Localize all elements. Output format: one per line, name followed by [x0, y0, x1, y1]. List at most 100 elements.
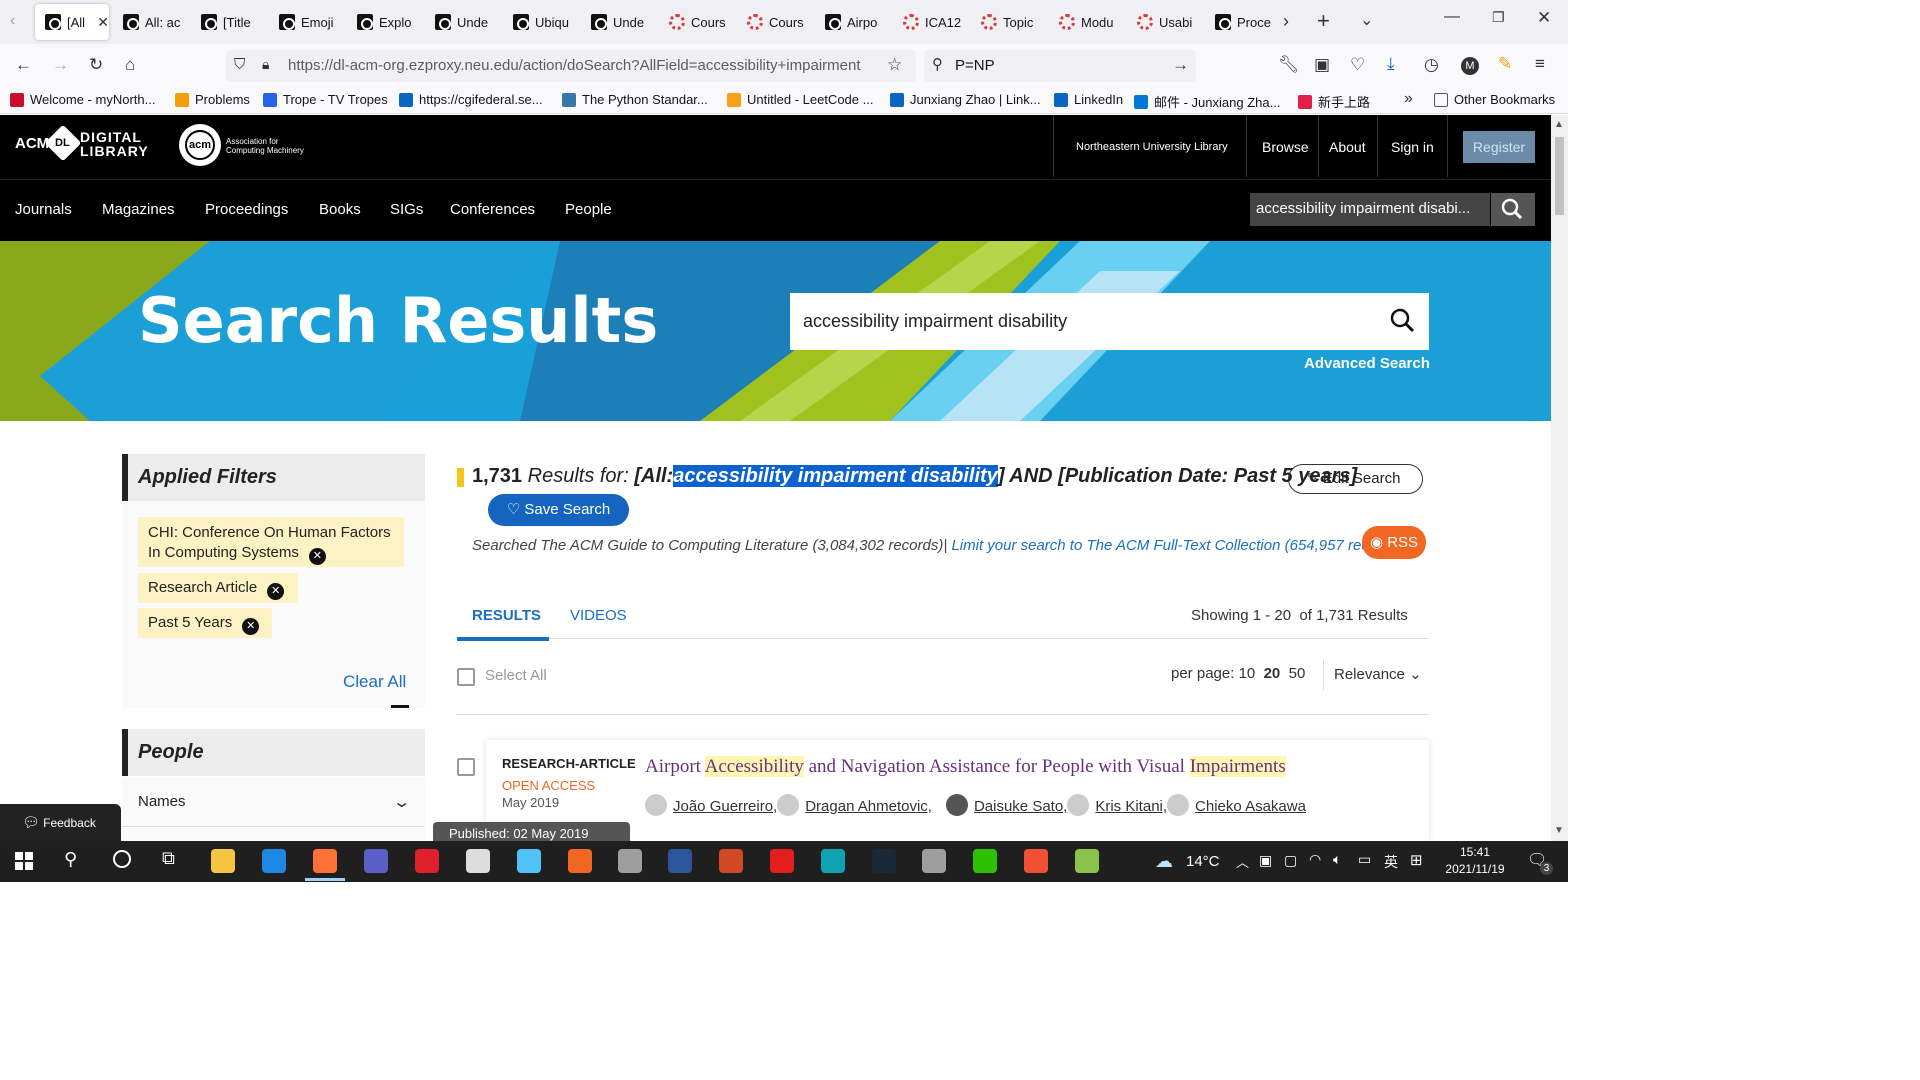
tray-app-icon[interactable]: ▢ — [1284, 852, 1297, 869]
scroll-thumb[interactable] — [1555, 137, 1564, 215]
paint-icon[interactable] — [1075, 849, 1099, 873]
weather-temp[interactable]: 14°C — [1186, 853, 1220, 870]
history-icon[interactable]: ◷ — [1424, 55, 1439, 75]
tray-overflow-icon[interactable]: ︿ — [1236, 852, 1249, 871]
nav-people[interactable]: People — [565, 201, 612, 218]
browser-tab[interactable]: Explo — [347, 4, 421, 40]
browser-tab[interactable]: Usabi — [1127, 4, 1201, 40]
browser-tab[interactable]: [All ✕ — [35, 4, 109, 40]
feedback-button[interactable]: 💬︎ Feedback — [0, 804, 121, 841]
bookmark-item[interactable]: Welcome - myNorth... — [10, 92, 155, 107]
nav-conferences[interactable]: Conferences — [450, 201, 535, 218]
remove-filter-icon[interactable]: ✕ — [242, 618, 260, 635]
nav-magazines[interactable]: Magazines — [102, 201, 175, 218]
chevron-down-icon[interactable]: ⌄ — [392, 792, 411, 812]
next-accordion[interactable] — [122, 828, 425, 841]
remove-filter-icon[interactable]: ✕ — [308, 548, 326, 565]
browser-tab[interactable]: Modu — [1049, 4, 1123, 40]
wechat-icon[interactable] — [973, 849, 997, 873]
profile-avatar[interactable]: M — [1461, 57, 1479, 75]
list-tabs-icon[interactable]: ⌄ — [1360, 10, 1373, 30]
tracking-shield-icon[interactable]: ⛉ — [234, 56, 245, 73]
search-icon[interactable]: ⚲ — [64, 849, 77, 870]
teams-icon[interactable] — [364, 849, 388, 873]
clear-all-link[interactable]: Clear All — [343, 672, 406, 692]
powerpoint-icon[interactable] — [719, 849, 743, 873]
nav-journals[interactable]: Journals — [15, 201, 72, 218]
bookmark-star-icon[interactable]: ☆ — [887, 55, 902, 75]
browser-tab[interactable]: Airpo — [815, 4, 889, 40]
app-menu-icon[interactable]: ≡ — [1535, 54, 1545, 74]
sort-select[interactable]: Relevance ⌄ — [1334, 665, 1422, 683]
main-search-value[interactable]: accessibility impairment disability — [803, 311, 1067, 332]
bookmark-item[interactable]: 新手上路 — [1298, 92, 1370, 111]
browser-tab[interactable]: ICA12 — [893, 4, 967, 40]
search-icon[interactable] — [1388, 306, 1418, 336]
home-icon[interactable]: ⌂ — [125, 55, 135, 75]
browser-search-value[interactable]: P=NP — [955, 57, 995, 74]
author-link[interactable]: Daisuke Sato, — [974, 798, 1067, 815]
per-page-20[interactable]: 20 — [1264, 665, 1281, 682]
scroll-up-icon[interactable]: ▲ — [1554, 119, 1564, 130]
browser-tab[interactable]: Topic — [971, 4, 1045, 40]
bookmark-item[interactable]: 邮件 - Junxiang Zha... — [1134, 92, 1280, 111]
browser-tab[interactable]: [Title — [191, 4, 265, 40]
volume-icon[interactable]: 🔈︎ — [1333, 851, 1341, 868]
clock[interactable]: 15:41 2021/11/19 — [1441, 844, 1509, 878]
other-bookmarks[interactable]: Other Bookmarks — [1434, 92, 1555, 107]
bookmark-item[interactable]: Problems — [175, 92, 250, 107]
nav-books[interactable]: Books — [319, 201, 361, 218]
search-go-icon[interactable]: → — [1172, 55, 1189, 75]
compass-icon[interactable] — [568, 849, 592, 873]
bookmarks-overflow-icon[interactable]: » — [1404, 90, 1413, 108]
reader-icon[interactable]: ▣ — [1314, 55, 1330, 75]
pocket-icon[interactable]: ♡ — [1350, 55, 1365, 75]
tab-videos[interactable]: VIDEOS — [570, 607, 627, 624]
url-text[interactable]: https://dl-acm-org.ezproxy.neu.edu/actio… — [288, 57, 878, 74]
advanced-search-link[interactable]: Advanced Search — [1304, 355, 1430, 372]
wrench-icon[interactable]: 🔧︎ — [1278, 55, 1300, 75]
select-all-label[interactable]: Select All — [485, 667, 547, 684]
ime-language[interactable]: 英 — [1384, 852, 1398, 872]
per-page-50[interactable]: 50 — [1289, 665, 1306, 682]
opera-icon[interactable] — [415, 849, 439, 873]
minimize-icon[interactable]: — — [1444, 8, 1460, 26]
git-icon[interactable] — [1024, 849, 1048, 873]
tab-scroll-right-icon[interactable]: › — [1283, 11, 1289, 32]
downloads-icon[interactable]: ⤓ — [1387, 54, 1395, 74]
bookmark-item[interactable]: The Python Standar... — [562, 92, 708, 107]
word-icon[interactable] — [668, 849, 692, 873]
lock-icon[interactable]: 🔒︎ — [262, 56, 269, 73]
browser-tab[interactable]: Unde — [581, 4, 655, 40]
browse-link[interactable]: Browse — [1262, 139, 1309, 155]
nav-sigs[interactable]: SIGs — [390, 201, 423, 218]
restore-icon[interactable]: ❐ — [1492, 9, 1505, 26]
bookmark-item[interactable]: https://cgifederal.se... — [399, 92, 543, 107]
tab-scroll-left-icon[interactable]: ‹ — [10, 12, 15, 30]
limit-search-link[interactable]: Limit your search to The ACM Full-Text C… — [951, 537, 1403, 554]
app-m-icon[interactable] — [517, 849, 541, 873]
edge-icon[interactable] — [821, 849, 845, 873]
file-explorer-icon[interactable] — [211, 849, 235, 873]
author-link[interactable]: Kris Kitani, — [1095, 798, 1167, 815]
acrobat-icon[interactable] — [770, 849, 794, 873]
scroll-down-icon[interactable]: ▼ — [1554, 825, 1564, 836]
bookmark-item[interactable]: Untitled - LeetCode ... — [727, 92, 873, 107]
author-link[interactable]: Dragan Ahmetovic, — [805, 798, 932, 815]
filter-chip-chi[interactable]: CHI: Conference On Human Factors In Comp… — [138, 517, 404, 567]
browser-tab[interactable]: Ubiqu — [503, 4, 577, 40]
rss-button[interactable]: ◉ RSS — [1362, 526, 1426, 559]
ime-mode-icon[interactable]: ⊞ — [1410, 851, 1423, 869]
close-tab-icon[interactable]: ✕ — [97, 14, 109, 31]
remove-filter-icon[interactable]: ✕ — [267, 583, 285, 600]
acm-dl-logo-acm[interactable]: ACM — [15, 135, 49, 152]
browser-tab[interactable]: All: ac — [113, 4, 187, 40]
wifi-icon[interactable]: ◠ — [1309, 851, 1321, 868]
per-page-10[interactable]: 10 — [1239, 665, 1256, 682]
result-checkbox[interactable] — [457, 758, 475, 776]
7zip-icon[interactable] — [466, 849, 490, 873]
sign-in-link[interactable]: Sign in — [1391, 139, 1434, 155]
back-icon[interactable]: ← — [15, 55, 32, 75]
task-view-icon[interactable]: ⧉ — [162, 848, 175, 869]
nav-proceedings[interactable]: Proceedings — [205, 201, 288, 218]
